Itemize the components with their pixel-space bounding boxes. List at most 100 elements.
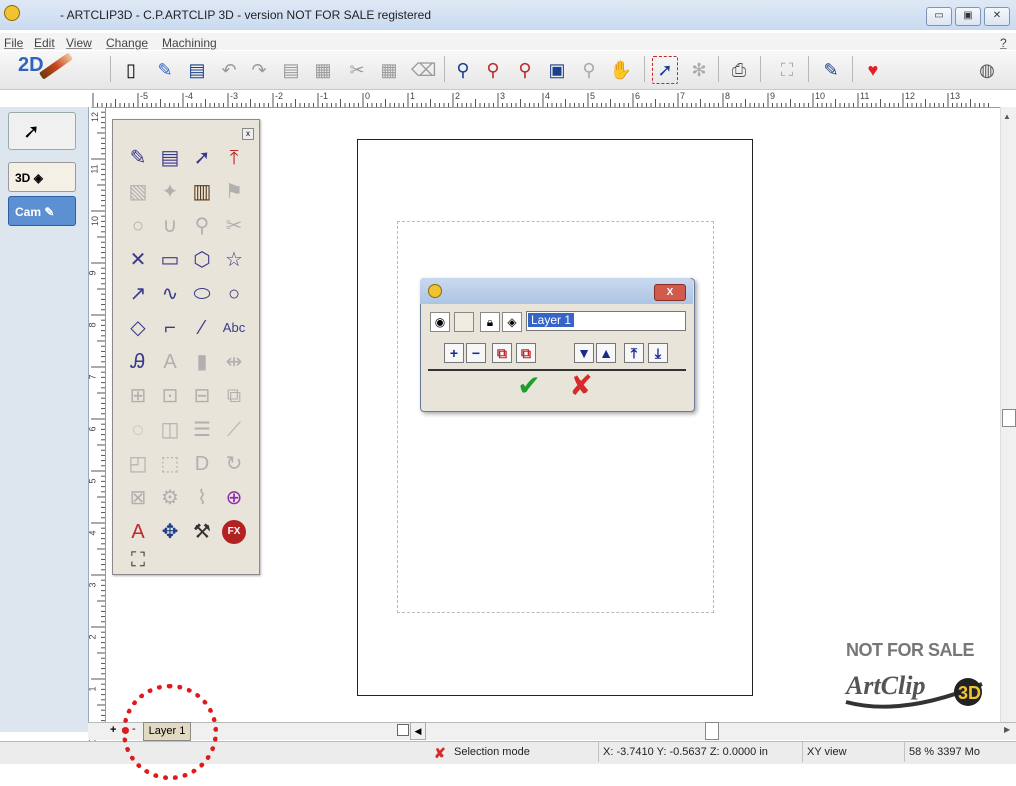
- undo-icon[interactable]: ↶: [216, 56, 242, 84]
- curve-icon[interactable]: ∿: [156, 280, 184, 308]
- menu-help[interactable]: ?: [1000, 36, 1007, 50]
- zoom-in-icon[interactable]: ⚲: [450, 56, 476, 84]
- scroll-up-icon[interactable]: ▲: [1003, 112, 1011, 121]
- layer-dialog-close-button[interactable]: X: [654, 284, 686, 301]
- save-icon[interactable]: ▤: [184, 56, 210, 84]
- tab-3d[interactable]: 3D ◈: [8, 162, 76, 192]
- bezier-icon[interactable]: ⌐: [156, 314, 184, 342]
- line-icon[interactable]: ⁄: [188, 314, 216, 342]
- d-shape-icon[interactable]: D: [188, 450, 216, 478]
- library-icon[interactable]: ▥: [188, 178, 216, 206]
- weld-icon[interactable]: ⊠: [124, 484, 152, 512]
- save-shape-icon[interactable]: ▤: [156, 144, 184, 172]
- skew-icon[interactable]: ⟋: [220, 416, 248, 444]
- lock-icon[interactable]: 🔒︎: [480, 312, 500, 332]
- calculator-icon[interactable]: ▦: [376, 56, 402, 84]
- tab-cam[interactable]: Cam ✎: [8, 196, 76, 226]
- menu-edit[interactable]: Edit: [34, 36, 55, 50]
- menu-view[interactable]: View: [66, 36, 92, 50]
- text-tool[interactable]: Abc: [220, 314, 248, 342]
- magnet-icon[interactable]: ∪: [156, 212, 184, 240]
- fx-tool[interactable]: FX: [222, 520, 246, 544]
- stack-icon[interactable]: ☰: [188, 416, 216, 444]
- move-up-button[interactable]: ▲: [596, 343, 616, 363]
- palette-close-button[interactable]: x: [242, 128, 254, 140]
- snowflake-icon[interactable]: ✻: [686, 56, 712, 84]
- page-setup-icon[interactable]: ▤: [278, 56, 304, 84]
- star-icon[interactable]: ☆: [220, 246, 248, 274]
- menu-file[interactable]: File: [4, 36, 23, 50]
- pan-hand-icon[interactable]: ✋: [608, 56, 634, 84]
- group-icon[interactable]: ⧉: [220, 382, 248, 410]
- menu-machining[interactable]: Machining: [162, 36, 217, 50]
- zoom-out-icon[interactable]: ⚲: [480, 56, 506, 84]
- remove-layer-button[interactable]: −: [466, 343, 486, 363]
- vertical-scroll-thumb[interactable]: [1002, 409, 1016, 427]
- mirror-icon[interactable]: ◫: [156, 416, 184, 444]
- gear-outline-icon[interactable]: ⚙: [156, 484, 184, 512]
- select-arrow-icon[interactable]: ➚: [652, 56, 678, 84]
- redo-icon[interactable]: ↷: [246, 56, 272, 84]
- refresh-icon[interactable]: ↻: [220, 450, 248, 478]
- cancel-x-icon[interactable]: ✘: [566, 372, 596, 400]
- layer-checkbox[interactable]: [397, 724, 409, 736]
- new-document-icon[interactable]: ▯: [118, 56, 144, 84]
- dimension-icon[interactable]: ⇹: [220, 348, 248, 376]
- move-down-button[interactable]: ▼: [574, 343, 594, 363]
- scissors-icon[interactable]: ✂: [220, 212, 248, 240]
- close-button[interactable]: ✕: [984, 7, 1010, 26]
- pillar-icon[interactable]: ▮: [188, 348, 216, 376]
- line-arrow-icon[interactable]: ↗: [124, 280, 152, 308]
- scroll-left-icon[interactable]: ◀: [410, 722, 426, 740]
- heart-icon[interactable]: ♥: [860, 56, 886, 84]
- image-icon[interactable]: ▧: [124, 178, 152, 206]
- color-swatch[interactable]: [454, 312, 474, 332]
- zoom-fit-icon[interactable]: ▣: [544, 56, 570, 84]
- ring-icon[interactable]: ○: [124, 212, 152, 240]
- layer-dialog-titlebar[interactable]: [420, 278, 693, 304]
- print-layer-icon[interactable]: ◈: [502, 312, 522, 332]
- select-tool-tab[interactable]: ➚: [8, 112, 76, 150]
- anchor-icon[interactable]: ⤒: [220, 144, 248, 172]
- bounding-icon[interactable]: ⬚: [156, 450, 184, 478]
- text-on-path-icon[interactable]: Ꭿ: [124, 348, 152, 376]
- print-preview-icon[interactable]: ▦: [310, 56, 336, 84]
- printer-icon[interactable]: ⎙: [726, 56, 752, 84]
- circle-icon[interactable]: ○: [220, 280, 248, 308]
- menu-change[interactable]: Change: [106, 36, 148, 50]
- zoom-select-icon[interactable]: ⚲: [188, 212, 216, 240]
- offset-icon[interactable]: ◰: [124, 450, 152, 478]
- move-bottom-button[interactable]: ⤓: [648, 343, 668, 363]
- notes-icon[interactable]: ✎: [818, 56, 844, 84]
- cd-icon[interactable]: ◍: [974, 56, 1000, 84]
- hexagon-icon[interactable]: ⬡: [188, 246, 216, 274]
- zoom-window-icon[interactable]: ⚲: [512, 56, 538, 84]
- select-arrow-icon[interactable]: ➚: [188, 144, 216, 172]
- flag-icon[interactable]: ⚑: [220, 178, 248, 206]
- rotate-icon[interactable]: ◌: [124, 416, 152, 444]
- center-align-icon[interactable]: ⊡: [156, 382, 184, 410]
- erase-icon[interactable]: ⌫: [410, 56, 436, 84]
- app-icon[interactable]: [4, 5, 20, 21]
- cut-icon[interactable]: ✂: [344, 56, 370, 84]
- ok-checkmark-icon[interactable]: ✔: [514, 372, 544, 400]
- draw-pen-icon[interactable]: ✎: [124, 144, 152, 172]
- spell-icon[interactable]: A: [124, 518, 152, 546]
- maximize-button[interactable]: ▣: [955, 7, 981, 26]
- horizontal-scroll-thumb[interactable]: [705, 722, 719, 740]
- zoom-selection-icon[interactable]: ⚲: [576, 56, 602, 84]
- node-tree-icon[interactable]: ⛶: [124, 546, 152, 574]
- add-layer-button[interactable]: +: [444, 343, 464, 363]
- move-arrows-icon[interactable]: ✥: [156, 518, 184, 546]
- scroll-right-icon[interactable]: ▶: [1004, 725, 1010, 734]
- copy-layer-button[interactable]: ⧉: [492, 343, 512, 363]
- minimize-button[interactable]: ▭: [926, 7, 952, 26]
- move-top-button[interactable]: ⤒: [624, 343, 644, 363]
- node-edit-icon[interactable]: ◇: [124, 314, 152, 342]
- grid-align-icon[interactable]: ⊞: [124, 382, 152, 410]
- export-icon[interactable]: ⛶: [774, 56, 800, 84]
- boolean-icon[interactable]: ⊕: [220, 484, 248, 512]
- ellipse-icon[interactable]: ⬭: [188, 280, 216, 308]
- eye-icon[interactable]: ◉: [430, 312, 450, 332]
- shapes-icon[interactable]: ✦: [156, 178, 184, 206]
